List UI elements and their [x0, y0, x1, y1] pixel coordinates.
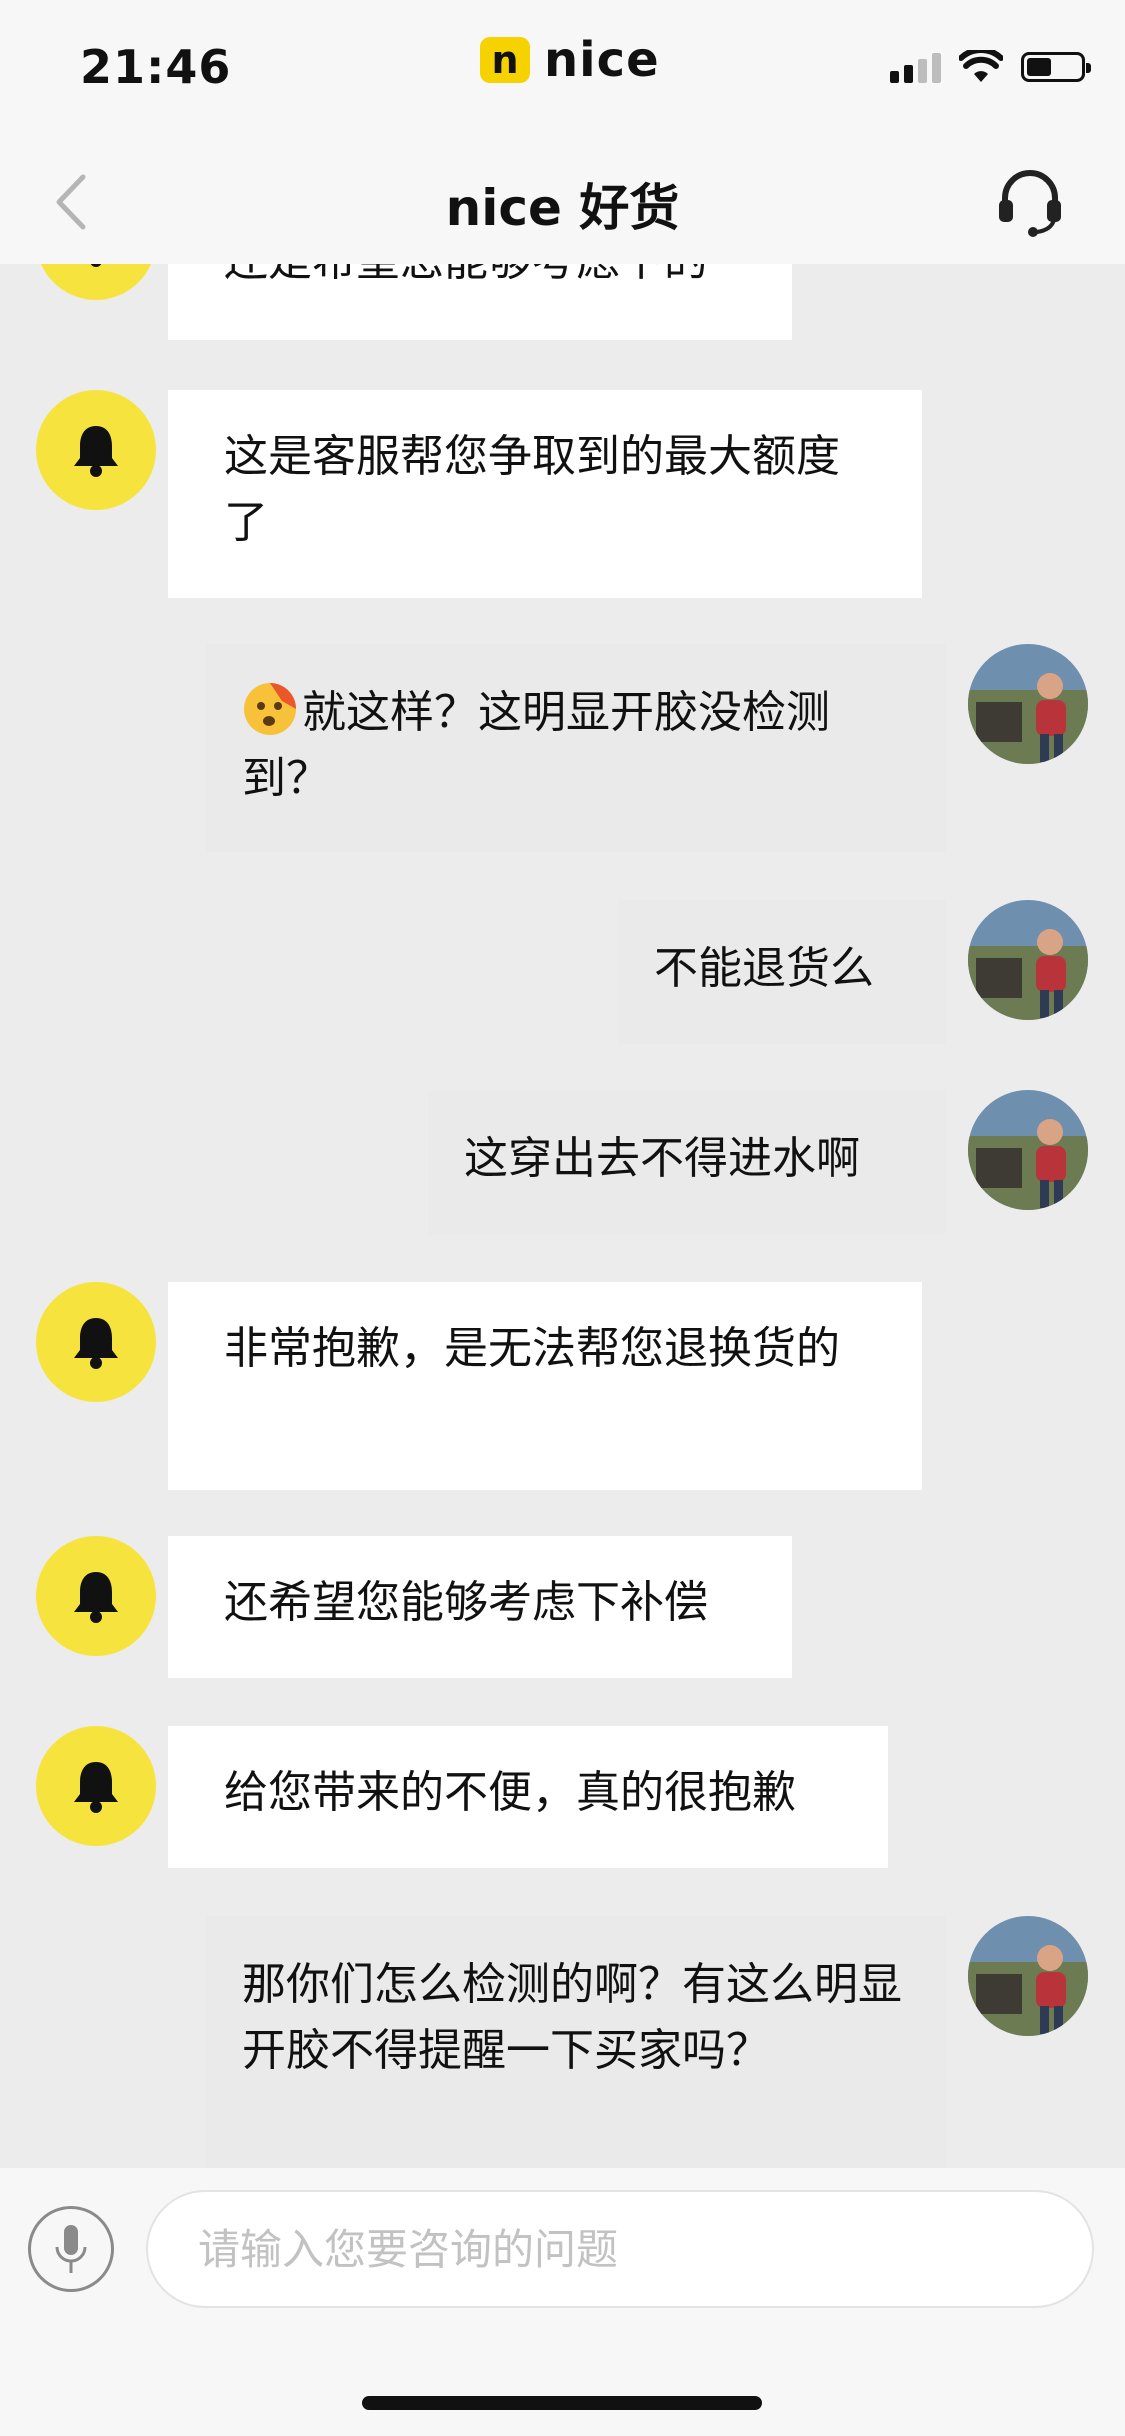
message-bubble: 还希望您能够考虑下补偿 — [168, 1536, 792, 1678]
dizzy-face-emoji-icon — [244, 683, 296, 735]
message-text: 还希望您能够考虑下补偿 — [224, 1577, 708, 1628]
bell-icon — [74, 1572, 118, 1623]
microphone-icon — [55, 2225, 87, 2273]
status-time: 21:46 — [80, 40, 232, 94]
agent-avatar — [36, 390, 156, 510]
agent-avatar — [36, 1726, 156, 1846]
message-text: 那你们怎么检测的啊？有这么明显开胶不得提醒一下买家吗？ — [242, 1959, 902, 2076]
message-bubble: 非常抱歉，是无法帮您退换货的 — [168, 1282, 922, 1490]
headset-icon[interactable] — [993, 164, 1067, 238]
page-title: nice 好货 — [445, 179, 680, 237]
user-avatar[interactable] — [968, 900, 1088, 1020]
bell-icon — [90, 264, 102, 267]
app-logo: n nice — [480, 32, 660, 88]
question-input[interactable] — [146, 2190, 1094, 2308]
bell-icon — [74, 1762, 118, 1813]
message-text: 还是希望您能够考虑下的 — [224, 264, 708, 286]
logo-text: nice — [544, 32, 660, 88]
message-bubble: 那你们怎么检测的啊？有这么明显开胶不得提醒一下买家吗？ — [206, 1916, 946, 2168]
message-text: 给您带来的不便，真的很抱歉 — [224, 1767, 796, 1818]
message-bubble: 这是客服帮您争取到的最大额度了 — [168, 390, 922, 598]
message-bubble: 这穿出去不得进水啊 — [428, 1090, 946, 1234]
message-bubble: 就这样？这明显开胶没检测到？ — [206, 644, 946, 852]
status-bar: 21:46 n nice — [0, 0, 1125, 132]
logo-badge: n — [480, 37, 530, 83]
voice-input-button[interactable] — [28, 2206, 114, 2292]
agent-avatar — [36, 264, 156, 300]
agent-avatar — [36, 1282, 156, 1402]
message-bubble: 还是希望您能够考虑下的 — [168, 264, 792, 340]
chat-message-list[interactable]: 还是希望您能够考虑下的 这是客服帮您争取到的最大额度了 就这样？这明显开胶没检测… — [0, 264, 1125, 2168]
message-text: 这是客服帮您争取到的最大额度了 — [224, 431, 840, 548]
message-text: 不能退货么 — [654, 943, 874, 994]
status-indicators — [890, 50, 1091, 84]
user-avatar[interactable] — [968, 644, 1088, 764]
bell-icon — [74, 426, 118, 477]
home-indicator — [362, 2396, 762, 2410]
message-text: 非常抱歉，是无法帮您退换货的 — [224, 1323, 840, 1374]
message-bubble: 不能退货么 — [618, 900, 946, 1044]
agent-avatar — [36, 1536, 156, 1656]
user-avatar[interactable] — [968, 1916, 1088, 2036]
message-text: 就这样？这明显开胶没检测到？ — [242, 687, 830, 804]
message-bubble: 给您带来的不便，真的很抱歉 — [168, 1726, 888, 1868]
wifi-icon — [959, 50, 1003, 82]
user-avatar[interactable] — [968, 1090, 1088, 1210]
chat-header: nice 好货 — [0, 132, 1125, 264]
cellular-signal-icon — [890, 51, 941, 83]
message-text: 这穿出去不得进水啊 — [464, 1133, 860, 1184]
battery-icon — [1021, 52, 1091, 82]
bell-icon — [74, 1318, 118, 1369]
